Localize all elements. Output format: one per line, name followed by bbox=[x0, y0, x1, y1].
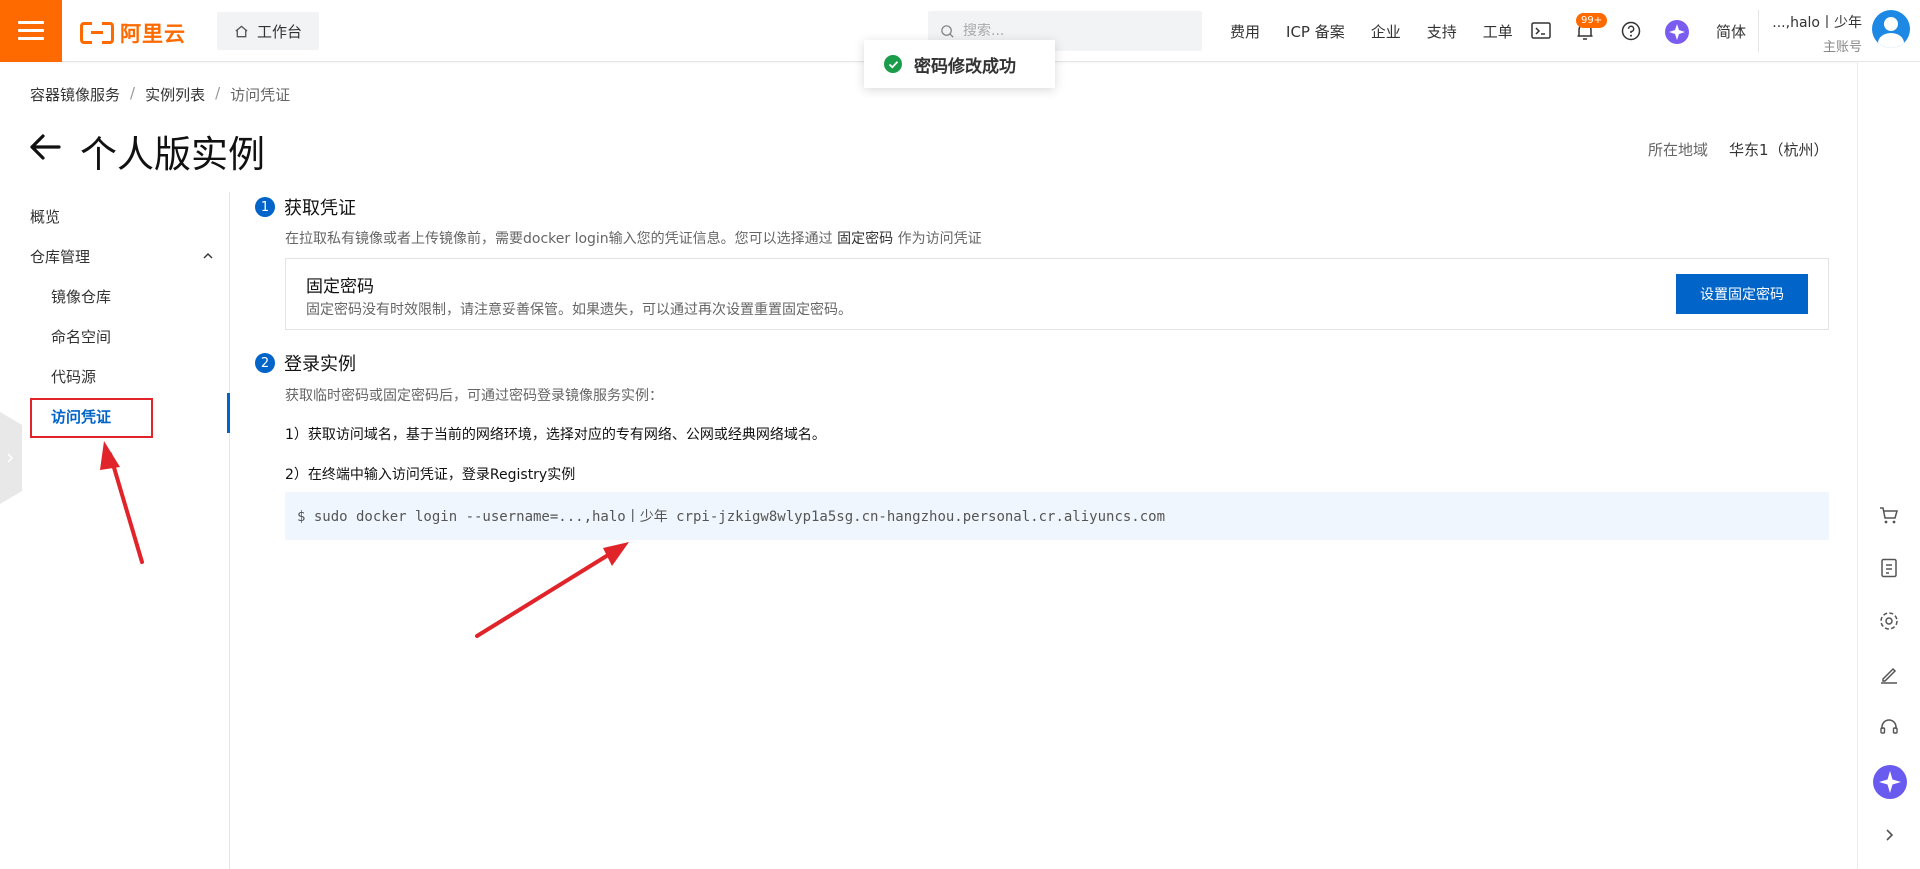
right-toolbar bbox=[1857, 62, 1920, 869]
annotation-highlight-box bbox=[30, 398, 153, 438]
search-input[interactable] bbox=[963, 23, 1183, 39]
step-1-description: 在拉取私有镜像或者上传镜像前，需要docker login输入您的凭证信息。您可… bbox=[285, 228, 982, 248]
workbench-label: 工作台 bbox=[256, 22, 302, 41]
chevron-up-icon[interactable] bbox=[202, 250, 214, 262]
breadcrumb-separator: / bbox=[130, 84, 136, 102]
user-info[interactable]: ...,halo丨少年 主账号 bbox=[1772, 12, 1862, 55]
nav-link-enterprise[interactable]: 企业 bbox=[1371, 21, 1401, 42]
breadcrumb-item-service[interactable]: 容器镜像服务 bbox=[30, 84, 120, 105]
hamburger-menu-button[interactable] bbox=[0, 0, 62, 62]
step-1-number: 1 bbox=[255, 197, 275, 217]
step-2-title: 登录实例 bbox=[284, 354, 356, 375]
ai-assistant-float-icon[interactable] bbox=[1872, 764, 1908, 800]
region-label: 所在地域 bbox=[1648, 141, 1709, 159]
success-toast: 密码修改成功 bbox=[864, 40, 1055, 88]
aliyun-logo-icon bbox=[80, 22, 114, 44]
document-icon[interactable] bbox=[1876, 555, 1902, 581]
top-nav-links: 费用 ICP 备案 企业 支持 工单 bbox=[1230, 0, 1539, 62]
breadcrumb-item-instances[interactable]: 实例列表 bbox=[145, 84, 205, 105]
topbar-divider bbox=[1758, 10, 1759, 52]
left-nav: 概览 仓库管理 镜像仓库 命名空间 代码源 访问凭证 bbox=[0, 192, 230, 869]
avatar[interactable] bbox=[1872, 10, 1910, 48]
workbench-button[interactable]: 工作台 bbox=[217, 12, 319, 50]
check-circle-icon bbox=[884, 55, 902, 73]
fixed-password-title: 固定密码 bbox=[306, 277, 374, 297]
toast-message: 密码修改成功 bbox=[914, 56, 1016, 77]
search-icon bbox=[941, 24, 954, 38]
step-1-header: 1 获取凭证 bbox=[255, 194, 356, 220]
back-arrow-icon[interactable] bbox=[28, 132, 62, 162]
breadcrumb-separator: / bbox=[215, 84, 221, 102]
headset-icon[interactable] bbox=[1876, 714, 1902, 740]
aliyun-logo[interactable]: 阿里云 bbox=[80, 18, 186, 48]
hamburger-icon bbox=[18, 21, 44, 41]
step-1-desc-text-end: 作为访问凭证 bbox=[897, 231, 982, 247]
chevron-right-icon[interactable] bbox=[1876, 822, 1902, 848]
step-1-desc-highlight: 固定密码 bbox=[837, 231, 894, 247]
gear-icon[interactable] bbox=[1876, 608, 1902, 634]
help-icon[interactable] bbox=[1620, 20, 1642, 42]
logo-text: 阿里云 bbox=[120, 22, 186, 46]
nav-group-repo-mgmt[interactable]: 仓库管理 bbox=[30, 246, 90, 267]
user-name: ...,halo丨少年 bbox=[1772, 15, 1862, 31]
edit-icon[interactable] bbox=[1876, 661, 1902, 687]
step-1-title: 获取凭证 bbox=[284, 198, 356, 219]
ai-assistant-icon[interactable] bbox=[1664, 19, 1690, 45]
step-2-header: 2 登录实例 bbox=[255, 350, 356, 376]
nav-link-icp[interactable]: ICP 备案 bbox=[1286, 21, 1345, 42]
annotation-arrow-command bbox=[475, 542, 629, 638]
fixed-password-desc: 固定密码没有时效限制，请注意妥善保管。如果遗失，可以通过再次设置重置固定密码。 bbox=[306, 302, 852, 318]
fixed-password-card: 固定密码 固定密码没有时效限制，请注意妥善保管。如果遗失，可以通过再次设置重置固… bbox=[285, 258, 1829, 330]
step-2-line-2: 2）在终端中输入访问凭证，登录Registry实例 bbox=[285, 467, 576, 483]
nav-link-fees[interactable]: 费用 bbox=[1230, 21, 1260, 42]
home-icon bbox=[235, 24, 248, 37]
notification-badge: 99+ bbox=[1576, 13, 1608, 28]
nav-item-image-repo[interactable]: 镜像仓库 bbox=[51, 286, 111, 307]
cart-icon[interactable] bbox=[1876, 502, 1902, 528]
nav-link-ticket[interactable]: 工单 bbox=[1483, 21, 1513, 42]
step-1-desc-text: 在拉取私有镜像或者上传镜像前，需要docker login输入您的凭证信息。您可… bbox=[285, 231, 833, 247]
page-title: 个人版实例 bbox=[80, 133, 265, 176]
region-value: 华东1（杭州） bbox=[1729, 141, 1829, 159]
nav-active-indicator bbox=[227, 393, 230, 433]
sidebar-collapse-tab[interactable] bbox=[0, 412, 22, 504]
language-switch[interactable]: 简体 bbox=[1716, 21, 1746, 42]
nav-link-support[interactable]: 支持 bbox=[1427, 21, 1457, 42]
breadcrumb-item-current: 访问凭证 bbox=[230, 86, 291, 104]
breadcrumb: 容器镜像服务 / 实例列表 / 访问凭证 bbox=[30, 84, 290, 105]
chevron-right-icon bbox=[7, 453, 14, 463]
user-role: 主账号 bbox=[1822, 40, 1862, 55]
terminal-icon[interactable] bbox=[1530, 20, 1552, 42]
step-2-line-1: 1）获取访问域名，基于当前的网络环境，选择对应的专有网络、公网或经典网络域名。 bbox=[285, 427, 826, 443]
step-2-number: 2 bbox=[255, 353, 275, 373]
nav-item-code-source[interactable]: 代码源 bbox=[51, 366, 96, 387]
docker-login-command[interactable]: $ sudo docker login --username=...,halo丨… bbox=[285, 492, 1829, 540]
nav-item-overview[interactable]: 概览 bbox=[30, 206, 60, 227]
command-text: $ sudo docker login --username=...,halo丨… bbox=[297, 509, 1166, 525]
nav-item-namespace[interactable]: 命名空间 bbox=[51, 326, 111, 347]
step-2-description: 获取临时密码或固定密码后，可通过密码登录镜像服务实例： bbox=[285, 388, 663, 404]
set-fixed-password-button[interactable]: 设置固定密码 bbox=[1676, 274, 1808, 314]
